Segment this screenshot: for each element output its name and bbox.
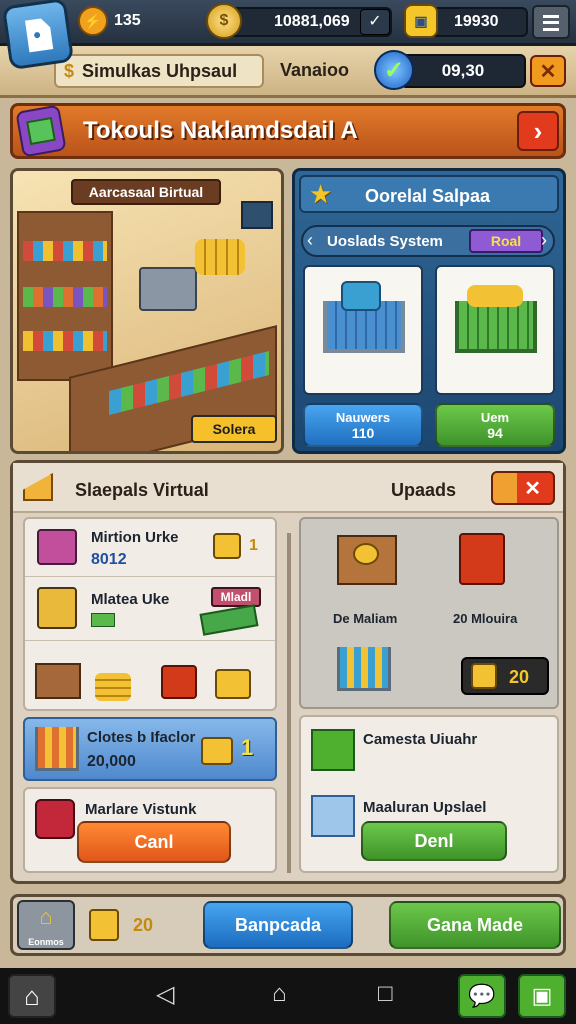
items-list: Mirtion Urke 8012 1 Mlatea Uke Mladl (23, 517, 277, 711)
chat-button[interactable]: 💬 (458, 974, 506, 1018)
gems-value: 19930 (454, 13, 499, 30)
ticket-icon (15, 104, 67, 158)
close-lower-button[interactable]: ✕ (491, 471, 555, 505)
checkmark-badge-icon: ✓ (374, 50, 414, 90)
box-count-icon (89, 909, 119, 941)
mode-label: Simulkas Uhpsaul (82, 60, 238, 81)
printer-icon (37, 529, 77, 565)
uploads-label: Upaads (391, 480, 457, 500)
mode-chip[interactable]: $ Simulkas Uhpsaul (54, 54, 264, 88)
page-title: Tokouls Naklamdsdail A (83, 117, 358, 144)
dollar-icon: $ (64, 60, 75, 81)
star-icon: ★ (309, 179, 333, 209)
back-nav-button[interactable]: ◁ (156, 980, 174, 1009)
panel-title: Oorelal Salpaa (365, 186, 491, 206)
red-cart-icon (161, 665, 197, 699)
right-arrow-icon: › (541, 230, 547, 250)
basket-icon (35, 727, 79, 771)
hand-truck-icon[interactable] (459, 533, 505, 585)
timer-display: 09,30 (400, 54, 526, 88)
secondary-action-button[interactable]: Gana Made (389, 901, 561, 949)
berries-icon (35, 799, 75, 839)
numbers-button[interactable]: Nauwers 110 (303, 403, 423, 447)
shop-icon: ⌂ (39, 904, 53, 929)
cash-register-icon (139, 267, 197, 311)
coins-value: 10881,069 (274, 13, 350, 30)
lower-title: Slaepals Virtual (75, 480, 209, 500)
system-panel: ★ Oorelal Salpaa ‹ Uoslads System Roal ›… (292, 168, 566, 454)
monitor-icon (241, 201, 273, 229)
box-icon (37, 587, 77, 629)
home-app-button[interactable]: ⌂ (8, 974, 56, 1018)
home-shop-button[interactable]: ⌂ Eonmos (17, 900, 75, 950)
recents-nav-button[interactable]: □ (378, 980, 393, 1008)
store-label-box: Aarcasaal Birtual (71, 179, 221, 205)
store-label: Aarcasaal Birtual (88, 184, 204, 200)
item-button[interactable]: Uem 94 (435, 403, 555, 447)
coins-stack-icon (95, 673, 131, 701)
system-badge: Roal (469, 229, 543, 253)
system-nav-bar: ⌂ ◁ ⌂ □ 💬 ▣ (0, 968, 576, 1024)
energy-value: 135 (114, 12, 141, 29)
upgrades-list: Camesta Uiuahr Maaluran Upslael Denl (299, 715, 559, 873)
treasure-crate-icon[interactable] (337, 535, 397, 585)
deal-button[interactable]: Denl (361, 821, 507, 861)
panel-header: ★ Oorelal Salpaa (299, 175, 559, 213)
app-logo-icon[interactable] (1, 0, 75, 71)
box-count: 20 (133, 915, 154, 935)
coin-icon: $ (206, 3, 242, 39)
crate-icon (35, 663, 81, 699)
cart-full-icon[interactable] (337, 647, 391, 691)
store-scene-panel[interactable]: Aarcasaal Birtual Solera (10, 168, 284, 454)
title-banner: Tokouls Naklamdsdail A › (10, 103, 566, 159)
green-crate-icon (311, 729, 355, 771)
gold-bars-icon (195, 239, 245, 275)
menu-button[interactable] (532, 5, 570, 39)
primary-action-button[interactable]: Banpcada (203, 901, 353, 949)
divider (287, 533, 291, 873)
list-item[interactable]: Mirtion Urke 8012 1 (25, 519, 275, 577)
grid-label-2: 20 Mlouira (453, 611, 518, 626)
wallet-icon: ▣ (531, 983, 553, 1008)
list-item[interactable]: Mlatea Uke Mladl (25, 579, 275, 641)
wallet-button[interactable]: ▣ (518, 974, 566, 1018)
blue-box-icon (311, 795, 355, 837)
cheese-icon (23, 473, 53, 501)
system-label: Uoslads System (327, 233, 443, 250)
timer-value: 09,30 (441, 61, 485, 80)
gems-icon: ▣ (404, 4, 438, 38)
lower-header: Slaepals Virtual Upaads ✕ (13, 463, 563, 513)
house-icon: ⌂ (24, 981, 40, 1011)
goods-row (25, 645, 275, 709)
top-status-bar: ⚡ 135 10881,069 $ ✓ 19930 ▣ (0, 0, 576, 71)
uploads-grid: De Maliam 20 Mlouira 20 (299, 517, 559, 709)
sub-bar: $ Simulkas Uhpsaul Vanaioo 09,30 ✓ ✕ (0, 46, 576, 98)
cart-card-blue[interactable] (303, 265, 423, 395)
grid-label-1: De Maliam (333, 611, 398, 626)
gold-box-icon (213, 533, 241, 559)
bottom-action-bar: ⌂ Eonmos 20 Banpcada Gana Made (10, 894, 566, 956)
jar-icon (471, 663, 497, 689)
home-nav-button[interactable]: ⌂ (272, 980, 287, 1008)
cancel-button[interactable]: Canl (77, 821, 231, 863)
cart-card-green[interactable] (435, 265, 555, 395)
gift-icon (215, 669, 251, 699)
promo-row[interactable]: Clotes b Ifaclor 20,000 1 (23, 717, 277, 781)
store-tag[interactable]: Solera (191, 415, 277, 443)
count-chip: 20 (461, 657, 549, 695)
lower-panel: Slaepals Virtual Upaads ✕ Mirtion Urke 8… (10, 460, 566, 884)
cash-icon (199, 604, 259, 636)
chat-icon: 💬 (468, 983, 496, 1008)
left-arrow-icon: ‹ (307, 230, 313, 250)
version-label: Vanaioo (280, 60, 350, 80)
coins-dropdown-button[interactable]: ✓ (360, 9, 390, 35)
energy-icon: ⚡ (78, 6, 108, 36)
next-arrow-button[interactable]: › (517, 111, 559, 151)
gold-box-icon (201, 737, 233, 765)
close-timer-button[interactable]: ✕ (530, 55, 566, 87)
green-cart-icon (455, 301, 537, 353)
market-row: Marlare Vistunk Canl (23, 787, 277, 873)
system-bar[interactable]: ‹ Uoslads System Roal › (301, 225, 555, 257)
